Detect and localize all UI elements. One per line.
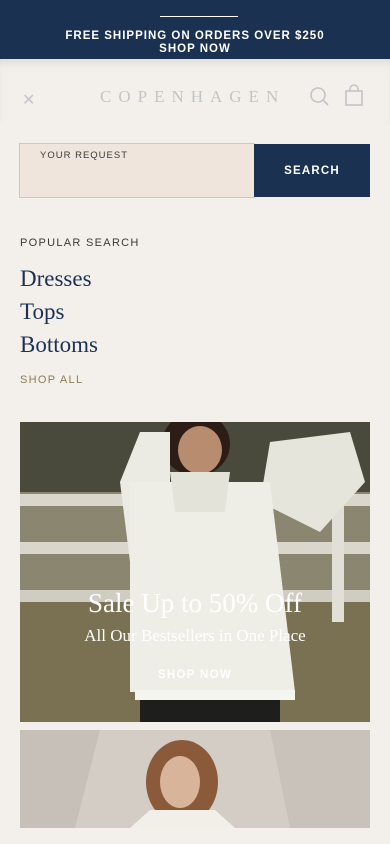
promo-subheadline: All Our Bestsellers in One Place [84,626,306,645]
search-field-container: YOUR REQUEST [19,143,255,198]
model-photo [20,730,370,828]
brand-logo[interactable]: COPENHAGEN [100,87,285,107]
bag-icon[interactable] [344,84,364,106]
search-icon[interactable] [308,85,330,107]
secondary-promo-banner[interactable] [20,730,370,828]
promo-headline: Sale Up to 50% Off [88,588,302,618]
popular-item-dresses[interactable]: Dresses [20,266,92,292]
announcement-bar: FREE SHIPPING ON ORDERS OVER $250 SHOP N… [0,0,390,59]
announcement-shop-now-link[interactable]: SHOP NOW [0,43,390,55]
popular-item-bottoms[interactable]: Bottoms [20,332,98,358]
search-field-label: YOUR REQUEST [40,150,129,161]
announcement-text: FREE SHIPPING ON ORDERS OVER $250 [65,30,325,42]
announcement-divider [160,16,238,17]
popular-search-title: POPULAR SEARCH [20,237,140,249]
search-input[interactable] [40,166,240,190]
menu-icon[interactable]: ✕ [22,90,35,110]
promo-shop-now-button[interactable]: SHOP NOW [20,669,370,681]
sale-promo-banner[interactable]: Sale Up to 50% Off All Our Bestsellers i… [20,422,370,722]
popular-item-tops[interactable]: Tops [20,299,64,325]
search-button[interactable]: SEARCH [254,144,370,197]
site-header: ✕ COPENHAGEN [0,59,390,125]
shop-all-link[interactable]: SHOP ALL [20,374,83,386]
